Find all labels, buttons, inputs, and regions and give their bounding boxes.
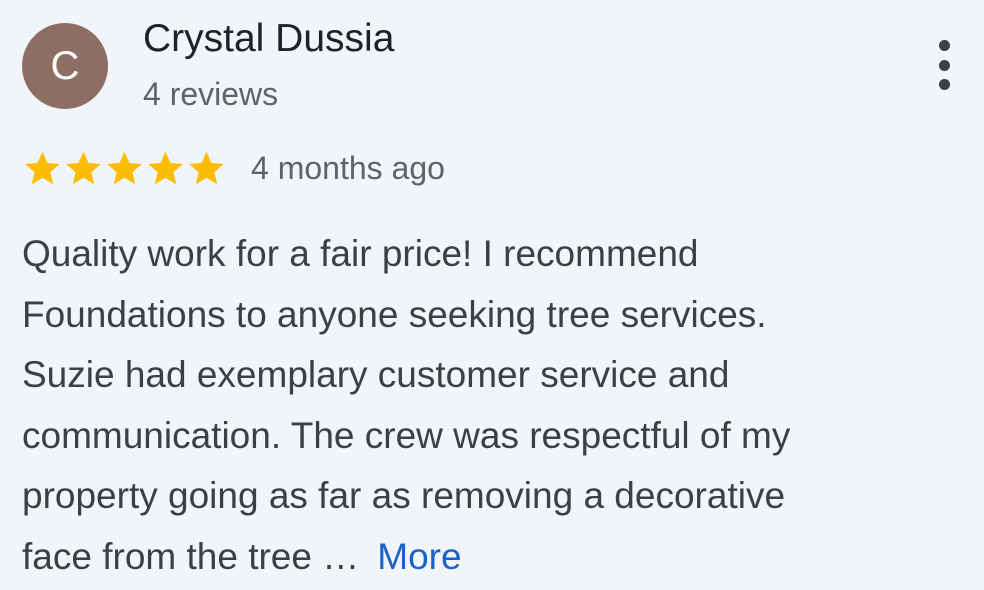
review-line: communication. The crew was respectful o… <box>22 414 791 456</box>
star-icon <box>145 148 186 189</box>
reviewer-name[interactable]: Crystal Dussia <box>143 17 394 61</box>
review-line: Foundations to anyone seeking tree servi… <box>22 293 767 335</box>
review-date: 4 months ago <box>251 149 445 186</box>
star-icon <box>104 148 145 189</box>
more-options-button[interactable] <box>926 36 962 94</box>
reviewer-review-count: 4 reviews <box>143 76 279 112</box>
review-line: Quality work for a fair price! I recomme… <box>22 233 699 274</box>
more-link[interactable]: More <box>377 536 461 577</box>
menu-dot <box>938 40 950 51</box>
avatar[interactable]: C <box>22 23 108 109</box>
menu-dot <box>938 79 950 90</box>
review-line: property going as far as removing a deco… <box>22 475 786 516</box>
menu-dot <box>938 59 950 71</box>
star-rating <box>22 148 227 189</box>
review-line: face from the tree … <box>22 535 360 577</box>
review-text: Quality work for a fair price! I recomme… <box>22 224 942 587</box>
star-icon <box>63 148 104 189</box>
star-icon <box>186 148 227 189</box>
star-icon <box>22 148 63 189</box>
review-line: Suzie had exemplary customer service and <box>22 354 730 395</box>
rating-row: 4 months ago <box>22 146 445 190</box>
avatar-initial: C <box>50 43 80 88</box>
review-line-last: face from the tree … More <box>22 527 942 588</box>
